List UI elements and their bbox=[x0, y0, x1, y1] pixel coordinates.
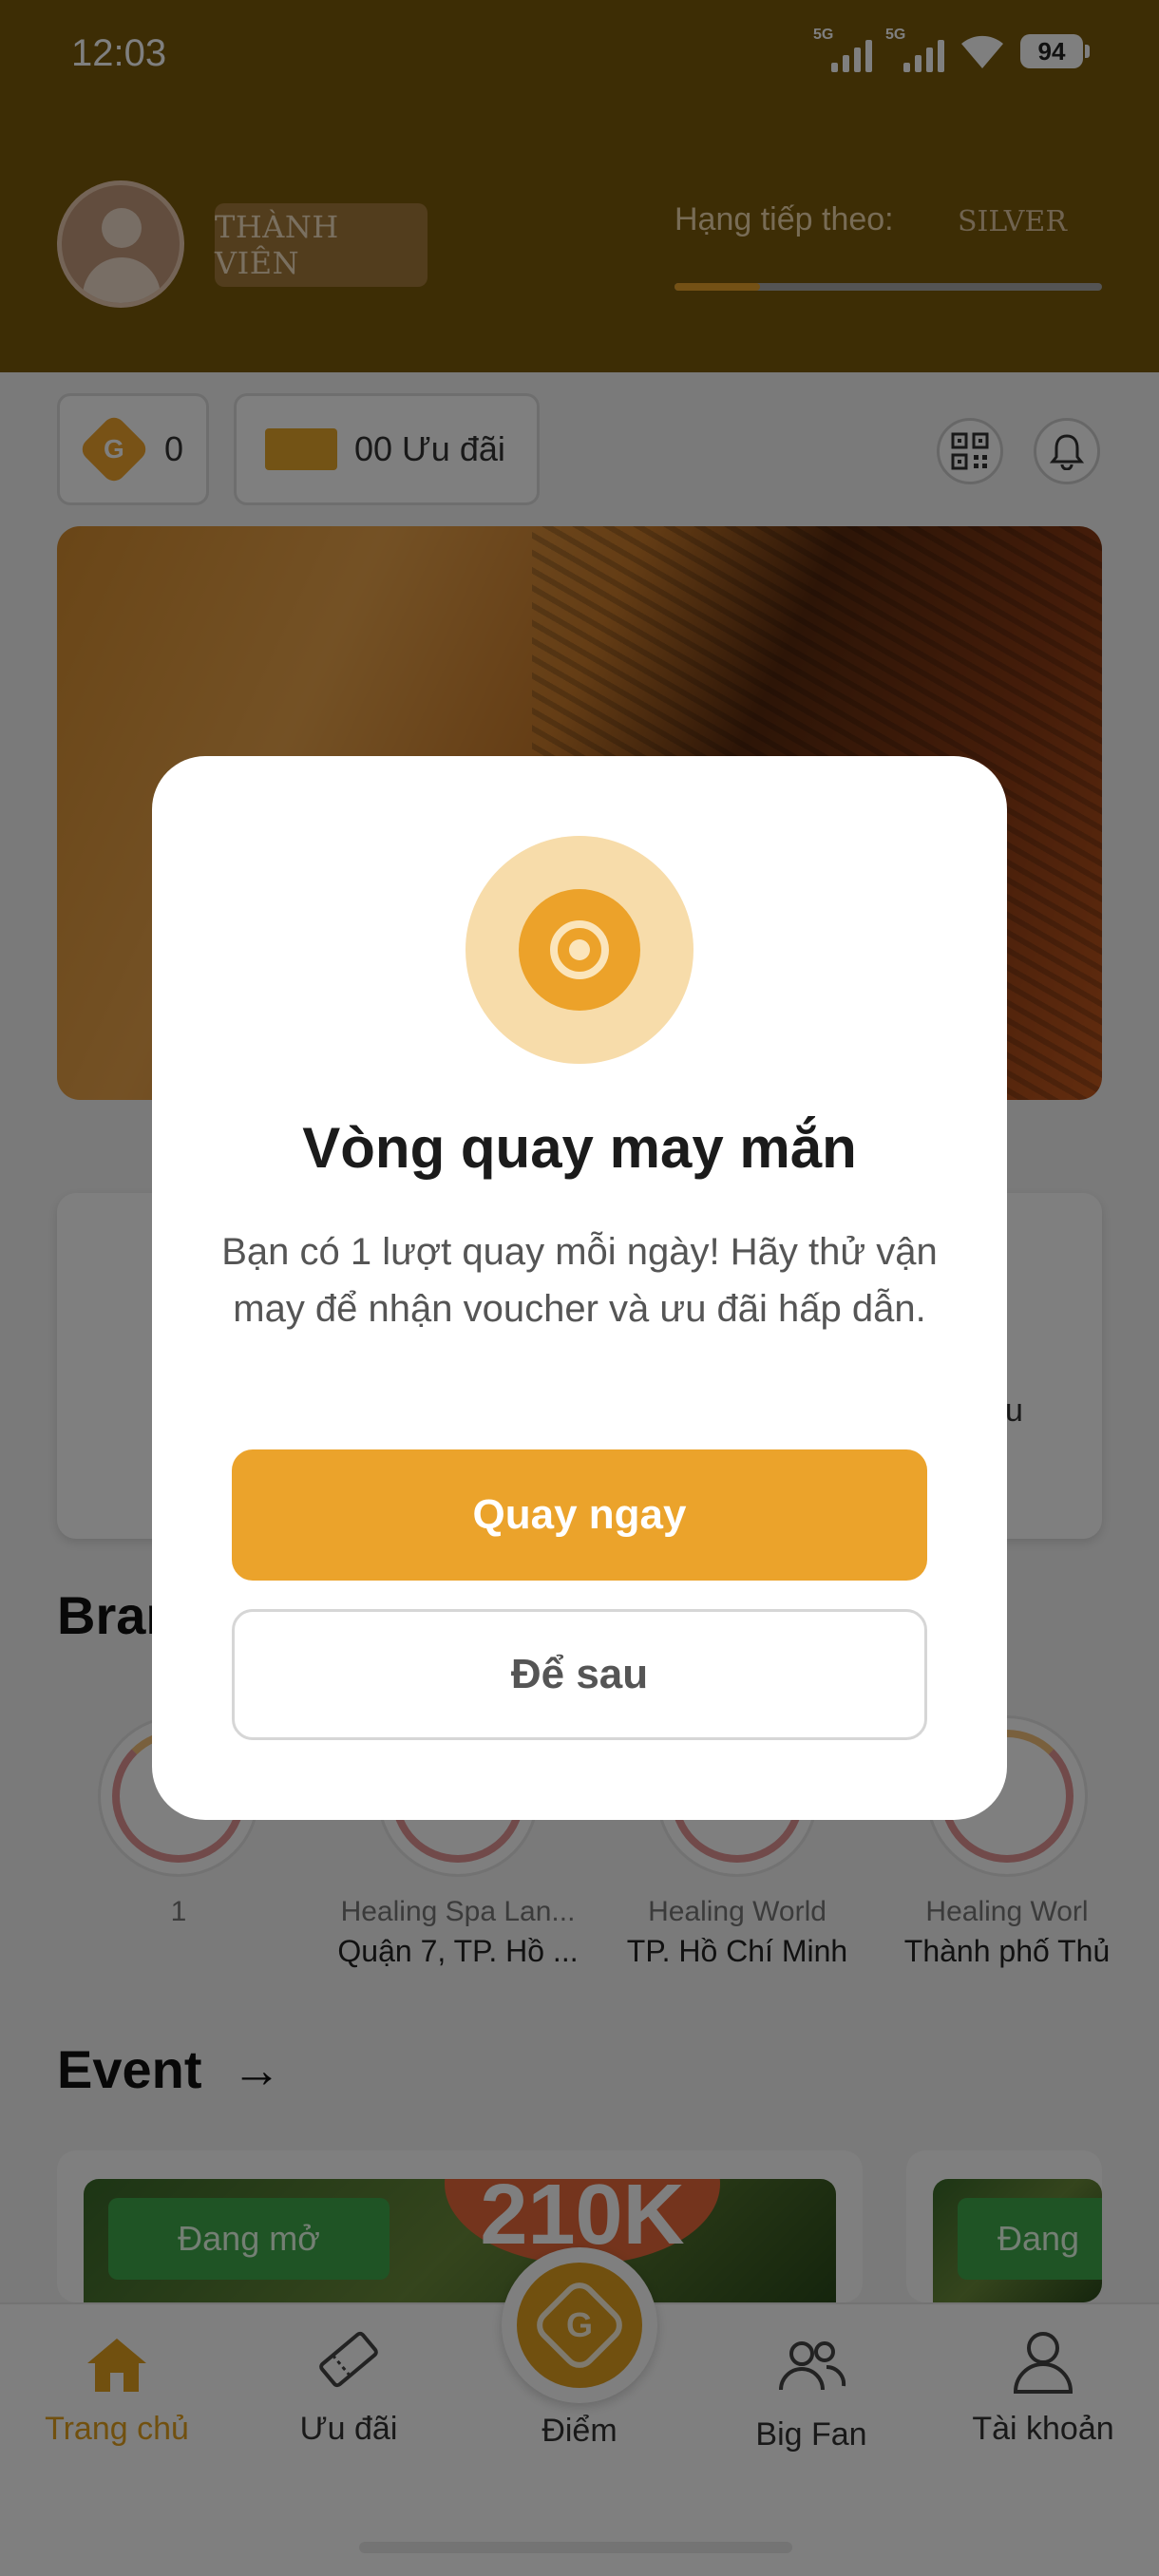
later-button[interactable]: Để sau bbox=[232, 1609, 927, 1740]
spin-now-button[interactable]: Quay ngay bbox=[232, 1449, 927, 1581]
dialog-title: Vòng quay may mắn bbox=[302, 1116, 857, 1180]
lucky-wheel-dialog: Vòng quay may mắn Bạn có 1 lượt quay mỗi… bbox=[152, 756, 1007, 1820]
lucky-wheel-icon bbox=[466, 836, 694, 1064]
dialog-description: Bạn có 1 lượt quay mỗi ngày! Hãy thử vận… bbox=[221, 1231, 938, 1330]
